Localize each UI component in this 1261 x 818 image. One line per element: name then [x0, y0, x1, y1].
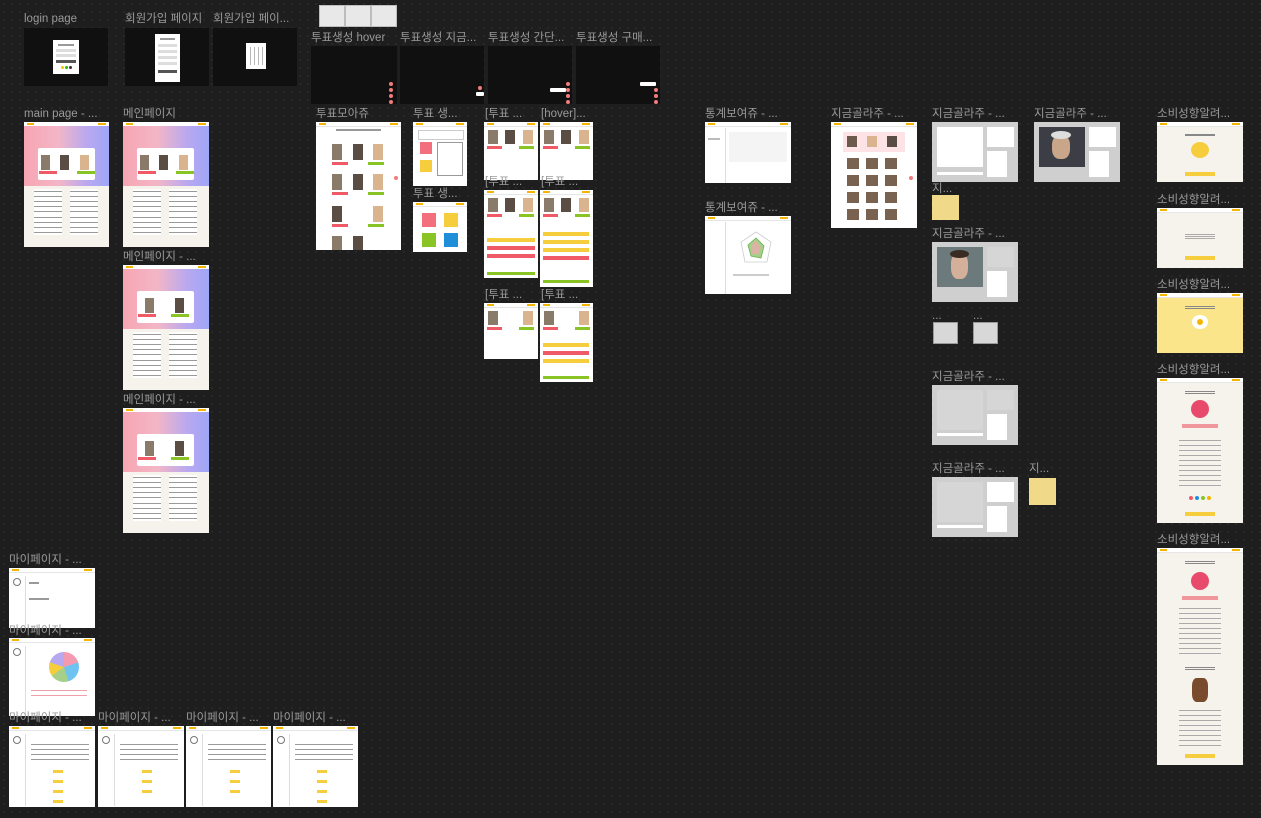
frame-label-vote-a[interactable]: [투표 ... [485, 107, 537, 121]
frame-mypage-2[interactable] [9, 638, 95, 716]
frame-label-now-pick-5[interactable]: 지금골라주 - ... [932, 462, 1016, 476]
frame-consume-5[interactable] [1157, 548, 1243, 765]
frame-label-vote-collect[interactable]: 투표모아쥬 [316, 107, 400, 121]
frame-vote-gen-2[interactable] [413, 202, 467, 252]
frame-label-mypage-6[interactable]: 마이페이지 - ... [273, 711, 357, 725]
frame-label-consume-4[interactable]: 소비성향알려... [1157, 363, 1241, 377]
frame-label-main-1[interactable]: 메인페이지 [123, 107, 207, 121]
frame-label-vote-gen-1[interactable]: 투표 생... [413, 107, 467, 121]
frame-signup-2[interactable] [213, 28, 297, 86]
component-thumb-2[interactable] [345, 5, 371, 27]
frame-mypage-3[interactable] [9, 726, 95, 807]
frame-consume-1[interactable] [1157, 122, 1243, 182]
frame-vote-now[interactable] [400, 46, 484, 104]
frame-vote-simple[interactable] [488, 46, 572, 104]
frame-label-mypage-2[interactable]: 마이페이지 - ... [9, 624, 93, 638]
frame-tiny-2[interactable] [973, 322, 998, 344]
frame-login[interactable] [24, 28, 108, 86]
frame-label-now-pick-3[interactable]: 지금골라주 - ... [932, 227, 1016, 241]
frame-label-consume-1[interactable]: 소비성향알려... [1157, 107, 1241, 121]
frame-label-now-pick-main[interactable]: 지금골라주 - ... [831, 107, 915, 121]
frame-stats-2[interactable] [705, 216, 791, 294]
frame-signup-1[interactable] [125, 28, 209, 86]
frame-now-pick-2[interactable] [1034, 122, 1120, 182]
frame-label-vote-b[interactable]: [투표 ... [485, 175, 537, 189]
frame-label-vote-simple[interactable]: 투표생성 간단... [488, 31, 572, 45]
frame-vote-buy[interactable] [576, 46, 660, 104]
frame-label-main-2[interactable]: 메인페이지 - ... [123, 250, 207, 264]
frame-vote-gen-1[interactable] [413, 122, 467, 186]
frame-now-pick-small-1[interactable] [932, 195, 959, 220]
calendar-card [246, 43, 266, 69]
frame-label-vote-buy[interactable]: 투표생성 구매... [576, 31, 660, 45]
frame-now-pick-main[interactable] [831, 122, 917, 228]
frame-consume-4[interactable] [1157, 378, 1243, 523]
frame-vote-d[interactable] [484, 303, 538, 359]
frame-now-pick-small-2[interactable] [1029, 478, 1056, 505]
frame-main-page[interactable] [24, 122, 109, 247]
frame-label-now-pick-small-1[interactable]: 지... [932, 182, 956, 196]
frame-now-pick-5[interactable] [932, 477, 1018, 537]
frame-label-main-page[interactable]: main page - ... [24, 107, 108, 121]
radar-chart-icon [740, 231, 772, 263]
frame-label-mypage-1[interactable]: 마이페이지 - ... [9, 553, 93, 567]
frame-now-pick-4[interactable] [932, 385, 1018, 445]
frame-label-now-pick-2[interactable]: 지금골라주 - ... [1034, 107, 1118, 121]
frame-now-pick-3[interactable] [932, 242, 1018, 302]
frame-label-vote-hover[interactable]: 투표생성 hover [311, 31, 397, 45]
frame-consume-3[interactable] [1157, 293, 1243, 353]
frame-label-mypage-3[interactable]: 마이페이지 - ... [9, 711, 93, 725]
frame-label-stats-2[interactable]: 통계보여쥬 - ... [705, 201, 789, 215]
frame-vote-a[interactable] [484, 122, 538, 180]
login-card [53, 40, 79, 74]
frame-mypage-5[interactable] [186, 726, 271, 807]
frame-label-mypage-4[interactable]: 마이페이지 - ... [98, 711, 182, 725]
frame-vote-e[interactable] [540, 303, 593, 382]
frame-label-vote-d[interactable]: [투표 ... [485, 288, 537, 302]
frame-now-pick-1[interactable] [932, 122, 1018, 182]
frame-label-signup-2[interactable]: 회원가입 페이... [213, 12, 297, 26]
frame-label-stats-1[interactable]: 통계보여쥬 - ... [705, 107, 789, 121]
frame-vote-c[interactable] [540, 190, 593, 287]
frame-label-main-3[interactable]: 메인페이지 - ... [123, 393, 207, 407]
frame-main-1[interactable] [123, 122, 209, 247]
frame-main-3[interactable] [123, 408, 209, 533]
signup-card [155, 34, 180, 82]
frame-label-now-pick-1[interactable]: 지금골라주 - ... [932, 107, 1016, 121]
frame-label-vote-now[interactable]: 투표생성 지금... [400, 31, 484, 45]
frame-label-mypage-5[interactable]: 마이페이지 - ... [186, 711, 270, 725]
frame-consume-2[interactable] [1157, 208, 1243, 268]
frame-vote-hover-2[interactable] [540, 122, 593, 180]
frame-label-vote-c[interactable]: [투표 ... [541, 175, 593, 189]
frame-label-tiny-1[interactable]: ... [932, 309, 946, 323]
frame-label-signup-1[interactable]: 회원가입 페이지 [125, 12, 209, 26]
frame-label-consume-5[interactable]: 소비성향알려... [1157, 533, 1241, 547]
frame-vote-hover[interactable] [311, 46, 397, 104]
pie-chart-icon [49, 652, 79, 682]
frame-label-now-pick-4[interactable]: 지금골라주 - ... [932, 370, 1016, 384]
frame-label-login[interactable]: login page [24, 12, 108, 26]
frame-mypage-6[interactable] [273, 726, 358, 807]
component-thumb-3[interactable] [371, 5, 397, 27]
frame-label-vote-e[interactable]: [투표 ... [541, 288, 593, 302]
frame-vote-collect[interactable] [316, 122, 401, 250]
frame-label-consume-2[interactable]: 소비성향알려... [1157, 193, 1241, 207]
frame-tiny-1[interactable] [933, 322, 958, 344]
frame-main-2[interactable] [123, 265, 209, 390]
frame-label-vote-hover-2[interactable]: [hover]... [541, 107, 593, 121]
frame-label-vote-gen-2[interactable]: 투표 생... [413, 187, 467, 201]
frame-vote-b[interactable] [484, 190, 538, 278]
frame-label-now-pick-small-2[interactable]: 지... [1029, 462, 1053, 476]
frame-mypage-4[interactable] [98, 726, 184, 807]
frame-mypage-1[interactable] [9, 568, 95, 628]
component-thumb-1[interactable] [319, 5, 345, 27]
frame-stats-1[interactable] [705, 122, 791, 183]
frame-label-tiny-2[interactable]: ... [973, 309, 987, 323]
frame-label-consume-3[interactable]: 소비성향알려... [1157, 278, 1241, 292]
